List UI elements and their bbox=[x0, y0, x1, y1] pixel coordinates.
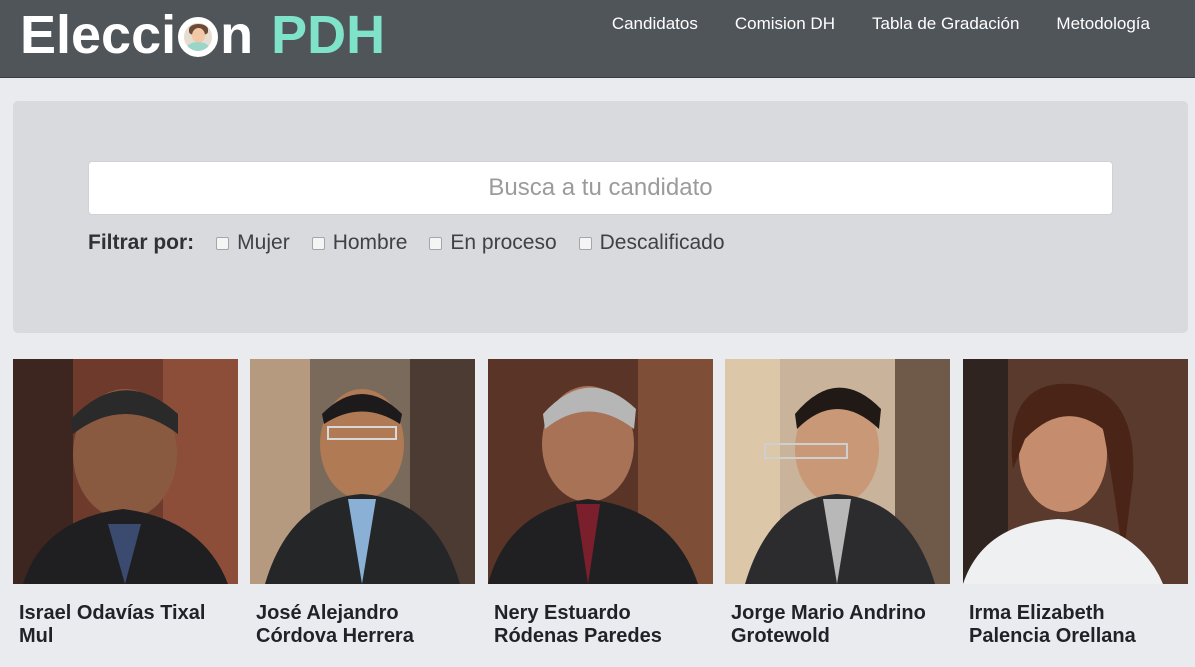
filter-hombre-checkbox[interactable] bbox=[311, 236, 325, 250]
filter-descalificado-checkbox[interactable] bbox=[578, 236, 592, 250]
candidate-card[interactable]: Israel Odavías Tixal Mul bbox=[13, 359, 238, 667]
search-panel: Filtrar por: Mujer Hombre En proceso Des… bbox=[13, 101, 1188, 333]
nav-tabla-gradacion[interactable]: Tabla de Gradación bbox=[872, 12, 1019, 36]
candidate-photo[interactable] bbox=[250, 359, 475, 584]
candidate-name[interactable]: Nery Estuardo Ródenas Paredes bbox=[494, 602, 712, 648]
candidate-grid: Israel Odavías Tixal Mul José Alejandro … bbox=[13, 359, 1195, 667]
candidate-card[interactable]: José Alejandro Córdova Herrera bbox=[250, 359, 475, 667]
candidate-card[interactable]: Irma Elizabeth Palencia Orellana bbox=[963, 359, 1188, 667]
filter-descalificado-label: Descalificado bbox=[599, 231, 725, 254]
candidate-card[interactable]: Jorge Mario Andrino Grotewold bbox=[725, 359, 950, 667]
filter-hombre[interactable]: Hombre bbox=[311, 231, 408, 255]
filter-hombre-label: Hombre bbox=[332, 231, 408, 254]
candidate-name[interactable]: Israel Odavías Tixal Mul bbox=[19, 602, 237, 648]
logo-word-eleccion-start: Elecci bbox=[20, 5, 177, 65]
candidate-avatar-icon bbox=[178, 17, 219, 57]
filter-en-proceso[interactable]: En proceso bbox=[429, 231, 557, 255]
filter-en-proceso-label: En proceso bbox=[450, 231, 557, 254]
candidate-name[interactable]: Jorge Mario Andrino Grotewold bbox=[731, 602, 949, 648]
main-nav: Candidatos Comision DH Tabla de Gradació… bbox=[612, 12, 1150, 36]
nav-metodologia[interactable]: Metodología bbox=[1056, 12, 1150, 36]
filter-mujer-label: Mujer bbox=[237, 231, 290, 254]
site-logo[interactable]: Elecci n PDH bbox=[20, 4, 385, 66]
logo-word-eleccion-end: n bbox=[220, 5, 254, 65]
nav-candidatos[interactable]: Candidatos bbox=[612, 12, 698, 36]
nav-comision-dh[interactable]: Comision DH bbox=[735, 12, 835, 36]
candidate-photo[interactable] bbox=[725, 359, 950, 584]
top-navbar: Elecci n PDH Candidatos Comision DH Tabl… bbox=[0, 0, 1195, 78]
logo-word-pdh: PDH bbox=[271, 5, 386, 65]
filter-bar: Filtrar por: Mujer Hombre En proceso Des… bbox=[88, 231, 747, 255]
filter-mujer-checkbox[interactable] bbox=[216, 236, 230, 250]
candidate-photo[interactable] bbox=[13, 359, 238, 584]
candidate-name[interactable]: José Alejandro Córdova Herrera bbox=[256, 602, 474, 648]
candidate-card[interactable]: Nery Estuardo Ródenas Paredes bbox=[488, 359, 713, 667]
filter-en-proceso-checkbox[interactable] bbox=[429, 236, 443, 250]
candidate-photo[interactable] bbox=[488, 359, 713, 584]
filter-label: Filtrar por: bbox=[88, 231, 195, 254]
filter-mujer[interactable]: Mujer bbox=[216, 231, 290, 255]
candidate-photo[interactable] bbox=[963, 359, 1188, 584]
filter-descalificado[interactable]: Descalificado bbox=[578, 231, 725, 255]
candidate-name[interactable]: Irma Elizabeth Palencia Orellana bbox=[969, 602, 1187, 648]
search-input[interactable] bbox=[88, 161, 1113, 215]
